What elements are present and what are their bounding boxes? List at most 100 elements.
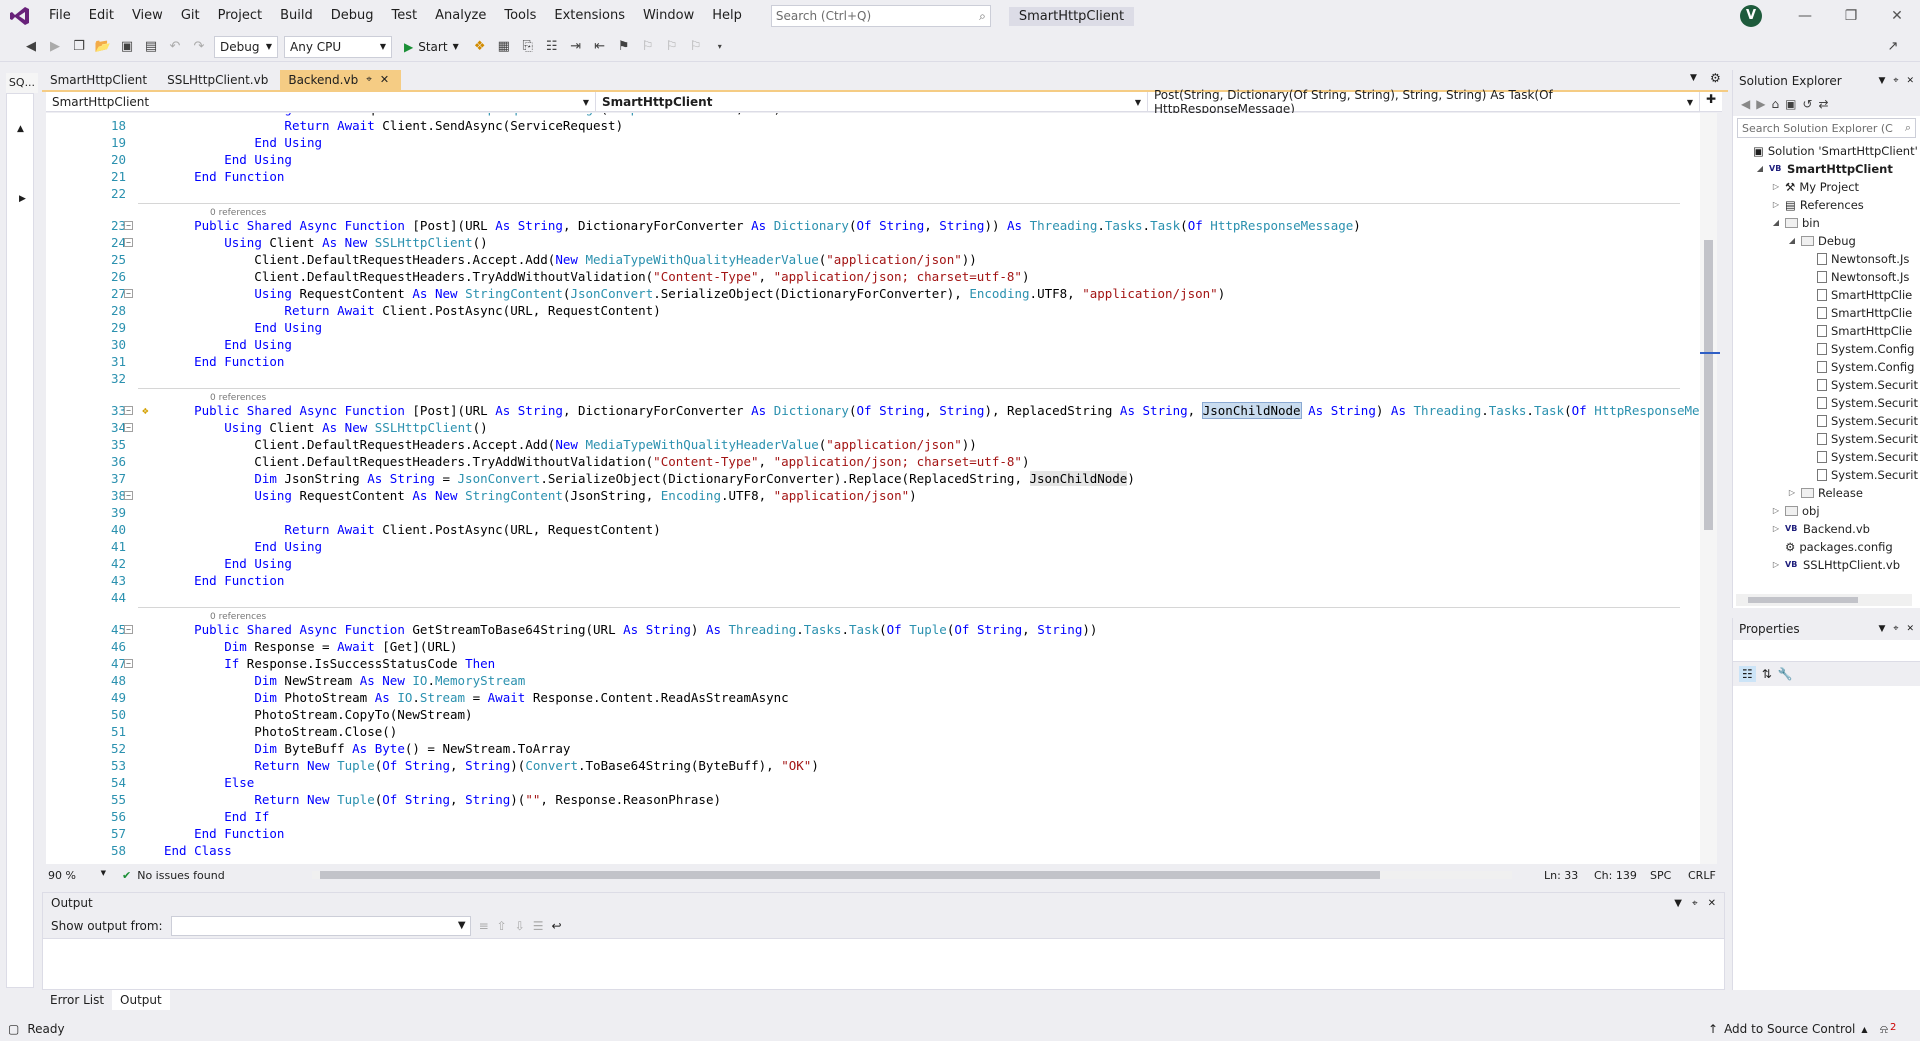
redo-icon[interactable]: ↷ <box>190 38 208 56</box>
tree-item[interactable]: System.Securit <box>1803 394 1918 412</box>
editor-horizontal-scroll-thumb[interactable] <box>320 871 1380 879</box>
tree-item[interactable]: ◢ Debug <box>1787 232 1856 250</box>
code-line[interactable]: 33− ❖ Public Shared Async Function [Post]… <box>46 402 1700 419</box>
type-dropdown[interactable]: SmartHttpClient ▼ <box>596 92 1148 112</box>
pin-icon[interactable]: ⌖ <box>1893 76 1898 86</box>
screenshot-icon[interactable]: ▦ <box>495 38 513 56</box>
code-line[interactable]: 53 Return New Tuple(Of String, String)(C… <box>46 757 1700 774</box>
tree-item[interactable]: Newtonsoft.Js <box>1803 250 1909 268</box>
chevron-down-icon[interactable]: ▼ <box>1674 898 1682 909</box>
browser-link-icon[interactable]: ❖ <box>471 38 489 56</box>
collapsed-arrow-icon[interactable]: ▷ <box>1787 484 1797 502</box>
step-icon[interactable]: ⎘ <box>519 38 537 56</box>
code-line[interactable]: 57 End Function <box>46 825 1700 842</box>
tree-item[interactable]: ▷ VB Backend.vb <box>1771 520 1870 538</box>
home-icon[interactable]: ⌂ <box>1771 97 1779 111</box>
menu-git[interactable]: Git <box>172 0 209 32</box>
side-tab-sql[interactable]: SQ... <box>6 73 38 93</box>
menu-help[interactable]: Help <box>703 0 751 32</box>
close-tab-icon[interactable]: ✕ <box>380 70 389 90</box>
close-icon[interactable]: ✕ <box>1874 0 1920 32</box>
toolbar-overflow-icon[interactable]: ▾ <box>711 38 729 56</box>
collapse-region-icon[interactable]: − <box>124 238 133 247</box>
back-icon[interactable]: ◀ <box>22 38 40 56</box>
output-source-select[interactable]: ▼ <box>170 915 471 936</box>
tab-sslhttpclient[interactable]: SSLHttpClient.vb <box>159 70 280 90</box>
lightbulb-icon[interactable]: ❖ <box>142 402 149 419</box>
collapsed-arrow-icon[interactable]: ▷ <box>1771 502 1781 520</box>
tree-item[interactable]: System.Securit <box>1803 430 1918 448</box>
collapse-region-icon[interactable]: − <box>124 625 133 634</box>
avatar[interactable]: V <box>1740 5 1762 27</box>
collapse-region-icon[interactable]: − <box>124 289 133 298</box>
outdent-icon[interactable]: ⇤ <box>591 38 609 56</box>
code-line[interactable]: 39 <box>46 504 1700 521</box>
history-icon[interactable]: ↺ <box>1802 97 1812 111</box>
code-line[interactable]: 48 Dim NewStream As New IO.MemoryStream <box>46 672 1700 689</box>
collapse-region-icon[interactable]: − <box>124 406 133 415</box>
code-line[interactable]: 18 Return Await Client.SendAsync(Service… <box>46 117 1700 134</box>
undo-icon[interactable]: ↶ <box>166 38 184 56</box>
code-editor[interactable]: 17− Using ServiceRequest As New HttpRequ… <box>46 113 1700 864</box>
code-line[interactable]: 23− Public Shared Async Function [Post](… <box>46 217 1700 234</box>
collapse-region-icon[interactable]: − <box>124 221 133 230</box>
search-input[interactable]: Search (Ctrl+Q) ⌕ <box>770 5 991 27</box>
tree-item[interactable]: SmartHttpClie <box>1803 304 1912 322</box>
next-message-icon[interactable]: ⇩ <box>515 919 525 933</box>
switch-views-icon[interactable]: ▣ <box>1785 97 1796 111</box>
code-line[interactable]: 32 <box>46 370 1700 387</box>
expand-right-icon[interactable]: ▶ <box>19 194 26 204</box>
chevron-down-icon[interactable]: ▼ <box>1878 76 1885 86</box>
alphabetical-icon[interactable]: ⇅ <box>1762 667 1772 681</box>
expanded-arrow-icon[interactable]: ◢ <box>1771 214 1781 232</box>
bookmark-icon[interactable]: ⚑ <box>615 38 633 56</box>
visual-studio-logo-icon[interactable] <box>0 0 40 32</box>
menu-test[interactable]: Test <box>383 0 427 32</box>
configuration-select[interactable]: Debug ▼ <box>214 35 278 58</box>
menu-file[interactable]: File <box>40 0 80 32</box>
menu-analyze[interactable]: Analyze <box>426 0 495 32</box>
back-icon[interactable]: ◀ <box>1741 97 1750 111</box>
tree-item[interactable]: ◢ bin <box>1771 214 1820 232</box>
code-line[interactable]: 54 Else <box>46 774 1700 791</box>
code-line[interactable]: 49 Dim PhotoStream As IO.Stream = Await … <box>46 689 1700 706</box>
tree-item[interactable]: ▷ ▤ References <box>1771 196 1864 214</box>
code-line[interactable]: 24− Using Client As New SSLHttpClient() <box>46 234 1700 251</box>
next-bookmark-icon[interactable]: ⚐ <box>663 38 681 56</box>
layout-icon[interactable]: ☷ <box>543 38 561 56</box>
code-line[interactable]: 58 End Class <box>46 842 1700 859</box>
code-line[interactable]: 30 End Using <box>46 336 1700 353</box>
code-line[interactable]: 50 PhotoStream.CopyTo(NewStream) <box>46 706 1700 723</box>
code-line[interactable]: 19 End Using <box>46 134 1700 151</box>
menu-tools[interactable]: Tools <box>495 0 545 32</box>
add-to-source-control-button[interactable]: ↑ Add to Source Control ▲ <box>1708 1022 1868 1036</box>
tree-item[interactable]: SmartHttpClie <box>1803 286 1912 304</box>
pin-icon[interactable]: ⌖ <box>366 70 372 90</box>
tree-item[interactable]: System.Securit <box>1803 376 1918 394</box>
menu-extensions[interactable]: Extensions <box>545 0 634 32</box>
chevron-down-icon[interactable]: ▼ <box>1878 624 1885 634</box>
tree-item[interactable]: System.Config <box>1803 358 1914 376</box>
tree-item[interactable]: System.Securit <box>1803 448 1918 466</box>
whitespace-status[interactable]: SPC <box>1650 869 1671 882</box>
tree-item[interactable]: ◢ VB SmartHttpClient <box>1755 160 1893 178</box>
code-line[interactable]: 44 <box>46 589 1700 606</box>
save-icon[interactable]: ▣ <box>118 38 136 56</box>
settings-icon[interactable]: ⚙ <box>1710 71 1721 85</box>
code-line[interactable]: 28 Return Await Client.PostAsync(URL, Re… <box>46 302 1700 319</box>
start-button[interactable]: ▶ Start ▼ <box>398 40 465 54</box>
menu-view[interactable]: View <box>123 0 172 32</box>
zoom-select[interactable]: 90 % ▼ <box>46 869 106 882</box>
collapsed-arrow-icon[interactable]: ▷ <box>1771 556 1781 574</box>
expand-up-icon[interactable]: ▲ <box>17 124 24 134</box>
prev-bookmark-icon[interactable]: ⚐ <box>639 38 657 56</box>
code-line[interactable]: 36 Client.DefaultRequestHeaders.TryAddWi… <box>46 453 1700 470</box>
forward-icon[interactable]: ▶ <box>46 38 64 56</box>
code-line[interactable]: 34− Using Client As New SSLHttpClient() <box>46 419 1700 436</box>
code-line[interactable]: 20 End Using <box>46 151 1700 168</box>
tab-smarthttpclient[interactable]: SmartHttpClient <box>42 70 159 90</box>
code-line[interactable]: 35 Client.DefaultRequestHeaders.Accept.A… <box>46 436 1700 453</box>
tree-item[interactable]: ⚙ packages.config <box>1771 538 1893 556</box>
expanded-arrow-icon[interactable]: ◢ <box>1787 232 1797 250</box>
word-wrap-icon[interactable]: ↩ <box>552 919 562 933</box>
